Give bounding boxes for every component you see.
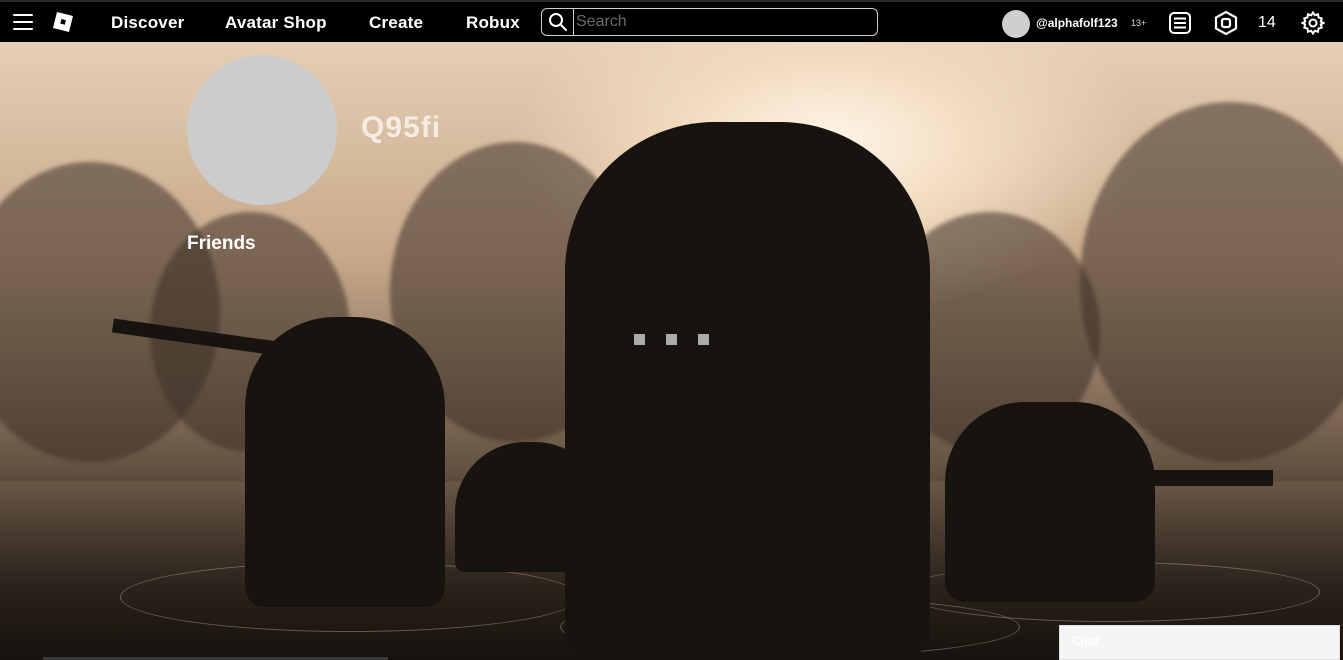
search-input[interactable] [574, 10, 877, 34]
age-badge: 13+ [1131, 18, 1147, 28]
messages-list-icon[interactable] [1168, 11, 1192, 35]
robux-icon[interactable] [1214, 11, 1238, 35]
nav-discover-link[interactable]: Discover [111, 13, 184, 33]
soldier-silhouette-left [245, 317, 445, 607]
rifle-silhouette [1060, 470, 1273, 486]
top-navigation-bar: Discover Avatar Shop Create Robux @alpha… [0, 0, 1343, 42]
gear-icon[interactable] [1301, 11, 1325, 35]
robux-balance[interactable]: 14 [1258, 14, 1276, 32]
profile-avatar[interactable] [187, 55, 337, 205]
user-avatar[interactable] [1002, 10, 1030, 38]
tree-silhouette [1080, 102, 1343, 462]
hamburger-icon[interactable] [13, 14, 33, 30]
loading-dot [698, 334, 709, 345]
friends-link[interactable]: Friends [187, 233, 256, 255]
loading-dot [634, 334, 645, 345]
soldier-silhouette-right [945, 402, 1155, 602]
roblox-logo-icon[interactable] [53, 12, 73, 32]
loading-indicator [634, 334, 709, 345]
chat-widget[interactable]: Chat [1059, 625, 1340, 660]
nav-robux-link[interactable]: Robux [466, 13, 520, 33]
loading-dot [666, 334, 677, 345]
nav-create-link[interactable]: Create [369, 13, 423, 33]
chat-label: Chat [1072, 634, 1099, 648]
nav-avatar-shop-link[interactable]: Avatar Shop [225, 13, 327, 33]
search-box [541, 8, 878, 36]
search-icon[interactable] [542, 9, 574, 35]
profile-display-name: Q95fi [361, 111, 442, 144]
username-label[interactable]: @alphafolf123 [1036, 16, 1118, 30]
